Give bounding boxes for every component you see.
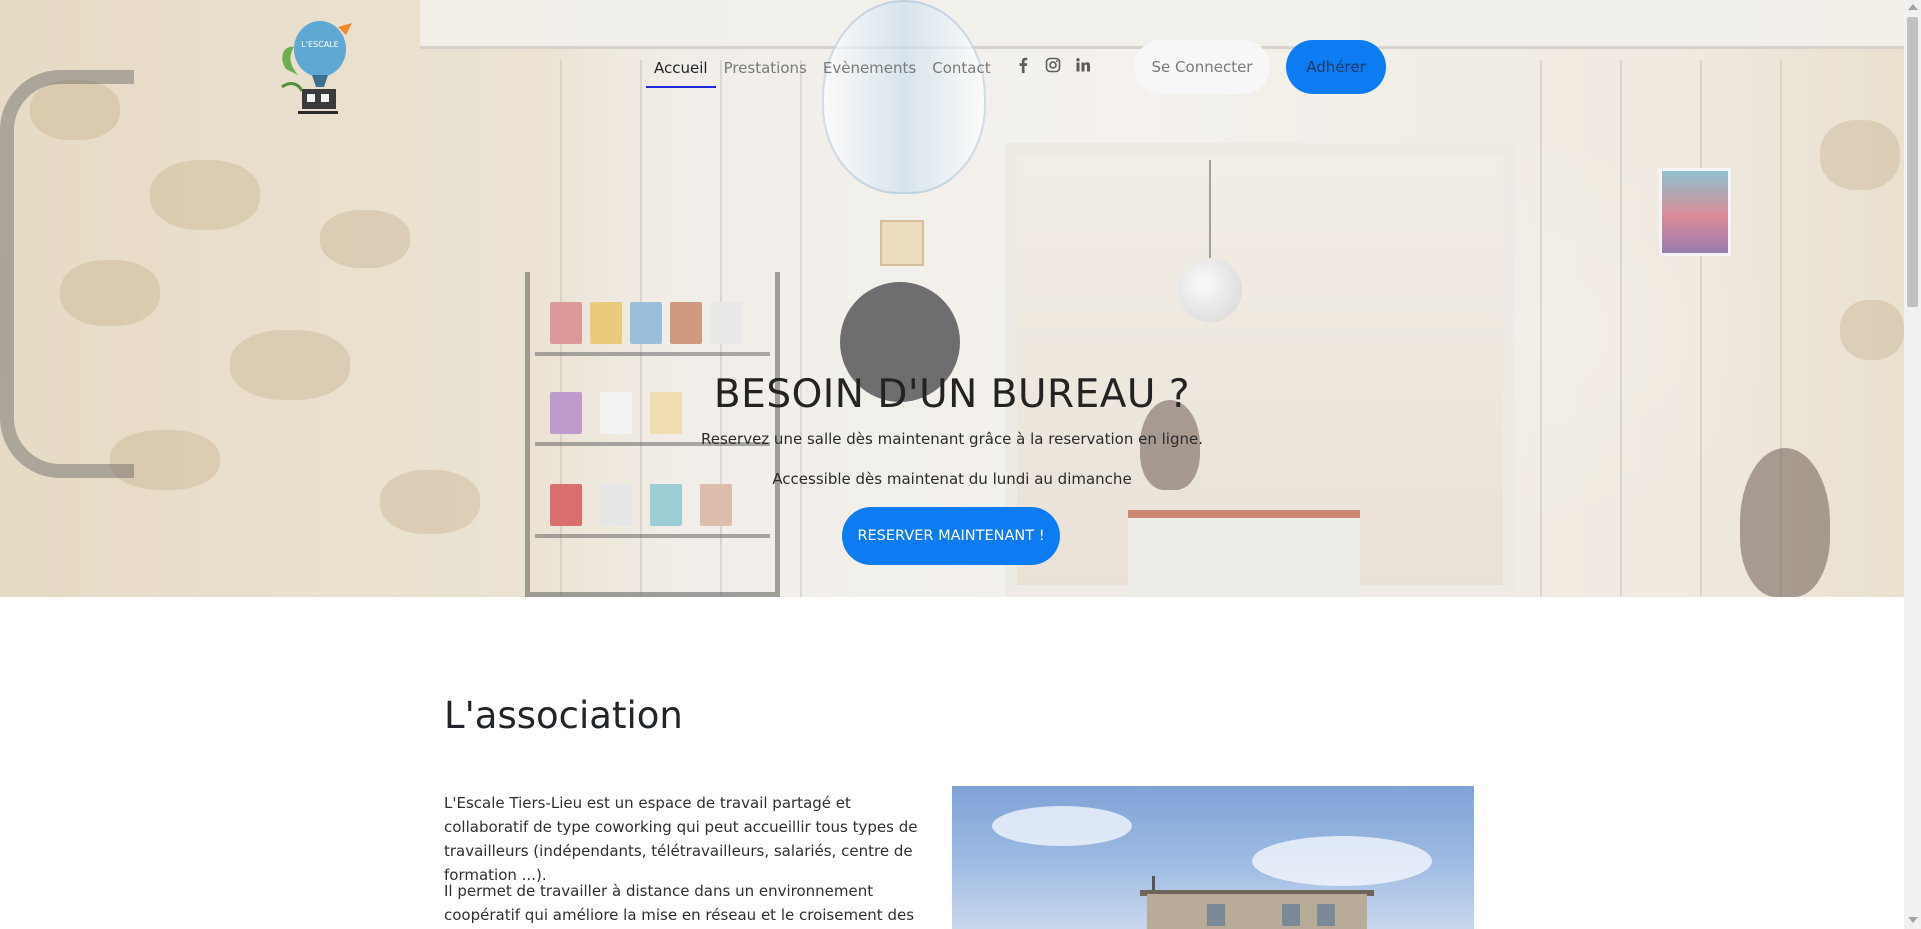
scroll-down-arrow-icon[interactable] (1908, 917, 1918, 923)
association-photo (952, 786, 1474, 929)
instagram-icon[interactable] (1045, 57, 1061, 73)
menu-item-prestations[interactable]: Prestations (716, 57, 815, 79)
escale-logo[interactable]: L'ESCALE (276, 17, 364, 117)
menu-item-contact[interactable]: Contact (924, 57, 998, 79)
hero-subtitle: Reservez une salle dès maintenant grâce … (701, 430, 1203, 448)
facebook-icon[interactable] (1015, 57, 1031, 73)
join-button[interactable]: Adhérer (1286, 40, 1386, 94)
top-navbar: L'ESCALE Accueil Prestations Evènements … (0, 0, 1904, 130)
reserve-now-button[interactable]: RESERVER MAINTENANT ! (842, 507, 1060, 565)
photo-window (1207, 904, 1225, 926)
main-menu: Accueil Prestations Evènements Contact (646, 57, 999, 88)
menu-item-evenements[interactable]: Evènements (815, 57, 924, 79)
login-button[interactable]: Se Connecter (1134, 40, 1270, 94)
association-paragraph: Il permet de travailler à distance dans … (444, 882, 915, 924)
hero-availability: Accessible dès maintenat du lundi au dim… (772, 470, 1132, 488)
linkedin-icon[interactable] (1075, 57, 1091, 73)
scroll-up-arrow-icon[interactable] (1908, 4, 1918, 10)
section-title-association: L'association (444, 694, 683, 737)
association-paragraph: L'Escale Tiers-Lieu est un espace de tra… (444, 794, 918, 884)
social-links (1015, 57, 1091, 73)
photo-cloud (1252, 836, 1432, 886)
hero-title: BESOIN D'UN BUREAU ? (713, 372, 1191, 417)
logo-text: L'ESCALE (301, 40, 338, 49)
menu-item-accueil[interactable]: Accueil (646, 57, 716, 88)
page-scrollbar[interactable] (1904, 0, 1921, 929)
scrollbar-thumb[interactable] (1907, 17, 1918, 307)
photo-cloud (992, 806, 1132, 846)
photo-window (1282, 904, 1300, 926)
photo-window (1317, 904, 1335, 926)
